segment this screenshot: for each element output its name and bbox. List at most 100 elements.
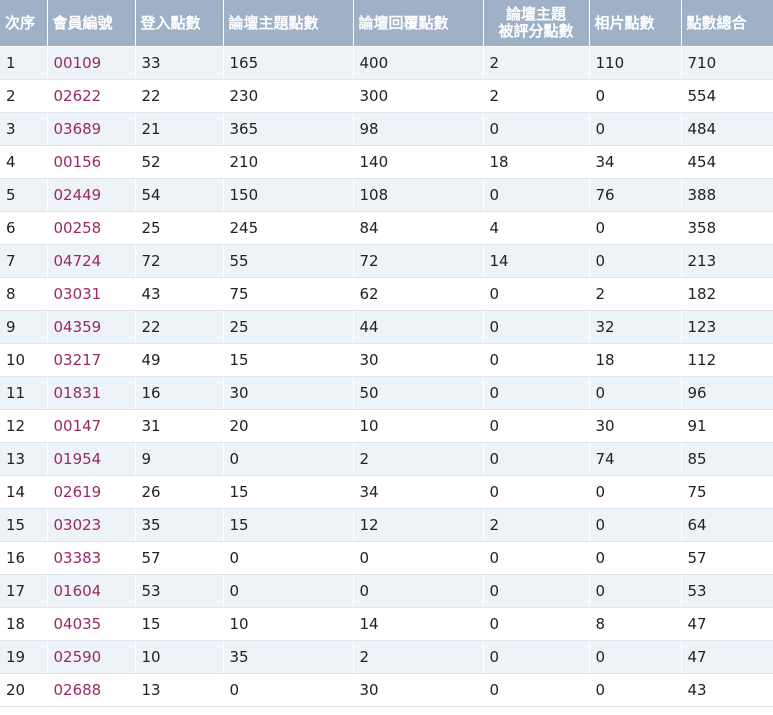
member-id-link[interactable]: 02688	[54, 681, 102, 699]
cell-member-id: 01831	[47, 376, 136, 410]
cell-photo-points: 30	[589, 409, 682, 443]
cell-reply-points: 50	[353, 376, 484, 410]
table-row: 7 04724 72 55 72 14 0 213	[0, 244, 773, 278]
cell-topic-points: 15	[223, 343, 354, 377]
member-id-link[interactable]: 02449	[54, 186, 102, 204]
member-id-link[interactable]: 03383	[54, 549, 102, 567]
cell-topic-points: 210	[223, 145, 354, 179]
member-id-link[interactable]: 03023	[54, 516, 102, 534]
table-row: 4 00156 52 210 140 18 34 454	[0, 145, 773, 179]
table-row: 13 01954 9 0 2 0 74 85	[0, 442, 773, 476]
member-id-link[interactable]: 03031	[54, 285, 102, 303]
member-id-link[interactable]: 04035	[54, 615, 102, 633]
member-id-link[interactable]: 02622	[54, 87, 102, 105]
cell-rank: 8	[0, 277, 48, 311]
cell-total-points: 123	[681, 310, 773, 344]
cell-photo-points: 0	[589, 640, 682, 674]
member-id-link[interactable]: 00147	[54, 417, 102, 435]
cell-reply-points: 12	[353, 508, 484, 542]
cell-member-id: 00147	[47, 409, 136, 443]
cell-member-id: 03689	[47, 112, 136, 146]
cell-total-points: 85	[681, 442, 773, 476]
member-id-link[interactable]: 00258	[54, 219, 102, 237]
col-header-rated-line2: 被評分點數	[498, 22, 574, 40]
cell-login-points: 33	[135, 46, 224, 80]
cell-member-id: 02449	[47, 178, 136, 212]
member-id-link[interactable]: 02619	[54, 483, 102, 501]
cell-rated-points: 0	[483, 640, 590, 674]
col-header-rated-points: 論壇主題 被評分點數	[483, 0, 590, 47]
cell-topic-points: 20	[223, 409, 354, 443]
cell-member-id: 02622	[47, 79, 136, 113]
cell-member-id: 04724	[47, 244, 136, 278]
cell-login-points: 49	[135, 343, 224, 377]
cell-reply-points: 84	[353, 211, 484, 245]
cell-login-points: 31	[135, 409, 224, 443]
cell-member-id: 02590	[47, 640, 136, 674]
col-header-total-points: 點數總合	[681, 0, 773, 47]
cell-login-points: 57	[135, 541, 224, 575]
cell-topic-points: 35	[223, 640, 354, 674]
cell-reply-points: 300	[353, 79, 484, 113]
cell-reply-points: 2	[353, 640, 484, 674]
cell-login-points: 43	[135, 277, 224, 311]
member-id-link[interactable]: 02590	[54, 648, 102, 666]
cell-topic-points: 0	[223, 574, 354, 608]
cell-photo-points: 110	[589, 46, 682, 80]
cell-rated-points: 0	[483, 673, 590, 707]
member-id-link[interactable]: 00156	[54, 153, 102, 171]
col-header-reply-points: 論壇回覆點數	[353, 0, 484, 47]
cell-topic-points: 55	[223, 244, 354, 278]
cell-login-points: 25	[135, 211, 224, 245]
cell-total-points: 64	[681, 508, 773, 542]
cell-total-points: 47	[681, 607, 773, 641]
cell-reply-points: 14	[353, 607, 484, 641]
member-id-link[interactable]: 04359	[54, 318, 102, 336]
cell-member-id: 03383	[47, 541, 136, 575]
cell-photo-points: 0	[589, 673, 682, 707]
cell-reply-points: 62	[353, 277, 484, 311]
cell-rated-points: 0	[483, 541, 590, 575]
cell-login-points: 9	[135, 442, 224, 476]
cell-login-points: 13	[135, 673, 224, 707]
col-header-photo-points: 相片點數	[589, 0, 682, 47]
cell-member-id: 03031	[47, 277, 136, 311]
cell-rank: 19	[0, 640, 48, 674]
member-id-link[interactable]: 01831	[54, 384, 102, 402]
table-row: 17 01604 53 0 0 0 0 53	[0, 574, 773, 608]
cell-topic-points: 0	[223, 541, 354, 575]
cell-rated-points: 0	[483, 376, 590, 410]
cell-rated-points: 0	[483, 607, 590, 641]
cell-reply-points: 34	[353, 475, 484, 509]
cell-total-points: 112	[681, 343, 773, 377]
cell-photo-points: 74	[589, 442, 682, 476]
col-header-rank: 次序	[0, 0, 48, 47]
cell-reply-points: 0	[353, 574, 484, 608]
cell-login-points: 22	[135, 310, 224, 344]
cell-rated-points: 14	[483, 244, 590, 278]
cell-rank: 10	[0, 343, 48, 377]
member-id-link[interactable]: 00109	[54, 54, 102, 72]
member-id-link[interactable]: 03217	[54, 351, 102, 369]
table-row: 12 00147 31 20 10 0 30 91	[0, 409, 773, 443]
cell-rated-points: 0	[483, 409, 590, 443]
cell-total-points: 213	[681, 244, 773, 278]
cell-photo-points: 18	[589, 343, 682, 377]
table-row: 2 02622 22 230 300 2 0 554	[0, 79, 773, 113]
member-id-link[interactable]: 01954	[54, 450, 102, 468]
member-id-link[interactable]: 03689	[54, 120, 102, 138]
member-id-link[interactable]: 01604	[54, 582, 102, 600]
cell-rank: 16	[0, 541, 48, 575]
cell-rank: 15	[0, 508, 48, 542]
col-header-login-points: 登入點數	[135, 0, 224, 47]
cell-member-id: 01954	[47, 442, 136, 476]
cell-login-points: 72	[135, 244, 224, 278]
table-row: 16 03383 57 0 0 0 0 57	[0, 541, 773, 575]
header-row: 次序 會員編號 登入點數 論壇主題點數 論壇回覆點數 論壇主題 被評分點數 相片…	[0, 0, 773, 47]
table-header: 次序 會員編號 登入點數 論壇主題點數 論壇回覆點數 論壇主題 被評分點數 相片…	[0, 0, 773, 47]
cell-rated-points: 0	[483, 475, 590, 509]
cell-rank: 20	[0, 673, 48, 707]
cell-member-id: 00258	[47, 211, 136, 245]
table-row: 10 03217 49 15 30 0 18 112	[0, 343, 773, 377]
member-id-link[interactable]: 04724	[54, 252, 102, 270]
